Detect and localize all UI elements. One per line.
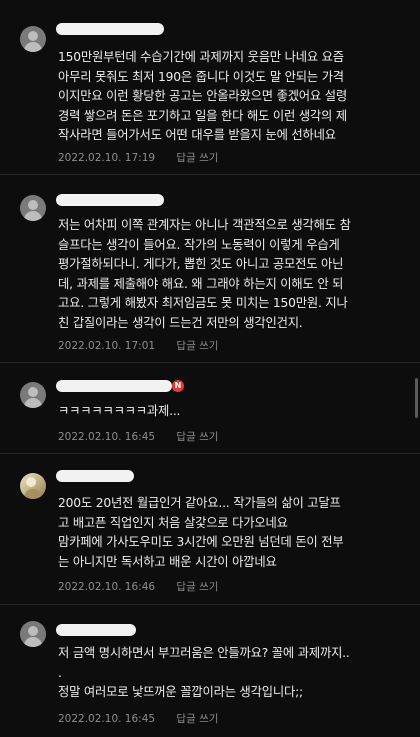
comment-date: 2022.02.10. 17:01 xyxy=(58,340,156,352)
avatar[interactable] xyxy=(20,621,46,647)
nickname-redacted[interactable] xyxy=(56,470,134,482)
divider xyxy=(0,174,420,175)
reply-button[interactable]: 답글 쓰기 xyxy=(176,338,218,353)
comment-date: 2022.02.10. 16:45 xyxy=(58,713,156,725)
scrollbar[interactable] xyxy=(415,378,418,418)
avatar[interactable] xyxy=(20,26,46,52)
reply-button[interactable]: 답글 쓰기 xyxy=(176,429,218,444)
divider xyxy=(0,604,420,605)
comment-meta: 2022.02.10. 16:45 답글 쓰기 xyxy=(58,711,218,726)
comment-meta: 2022.02.10. 16:45 답글 쓰기 xyxy=(58,429,218,444)
comment-date: 2022.02.10. 16:45 xyxy=(58,431,156,443)
new-badge: N xyxy=(172,380,184,392)
nickname-redacted[interactable] xyxy=(56,624,136,636)
comment-date: 2022.02.10. 17:19 xyxy=(58,152,156,164)
avatar[interactable] xyxy=(20,473,46,499)
divider xyxy=(0,362,420,363)
comment-text: ㅋㅋㅋㅋㅋㅋㅋㅋ과제... xyxy=(58,404,181,418)
avatar[interactable] xyxy=(20,195,46,221)
comment-meta: 2022.02.10. 16:46 답글 쓰기 xyxy=(58,579,218,594)
divider xyxy=(0,453,420,454)
reply-button[interactable]: 답글 쓰기 xyxy=(176,150,218,165)
avatar[interactable] xyxy=(20,382,46,408)
nickname-redacted[interactable] xyxy=(56,23,164,35)
reply-button[interactable]: 답글 쓰기 xyxy=(176,579,218,594)
comment-meta: 2022.02.10. 17:19 답글 쓰기 xyxy=(58,150,218,165)
nickname-redacted[interactable] xyxy=(56,380,172,392)
comment-date: 2022.02.10. 16:46 xyxy=(58,581,156,593)
nickname-redacted[interactable] xyxy=(56,194,164,206)
comment-text: 저는 어차피 이쪽 관계자는 아니나 객관적으로 생각해도 참 슬프다는 생각이… xyxy=(58,218,351,330)
reply-button[interactable]: 답글 쓰기 xyxy=(176,711,218,726)
comment-meta: 2022.02.10. 17:01 답글 쓰기 xyxy=(58,338,218,353)
comment-text: 저 금액 명시하면서 부끄러움은 안들까요? 꼴에 과제까지.. . 정말 여러… xyxy=(58,646,350,699)
comment-text: 150만원부턴데 수습기간에 과제까지 웃음만 나네요 요즘 아무리 못줘도 최… xyxy=(58,50,347,142)
comment-text: 200도 20년전 월급인거 같아요... 작가들의 삶이 고달프 고 배고픈 … xyxy=(58,496,344,569)
